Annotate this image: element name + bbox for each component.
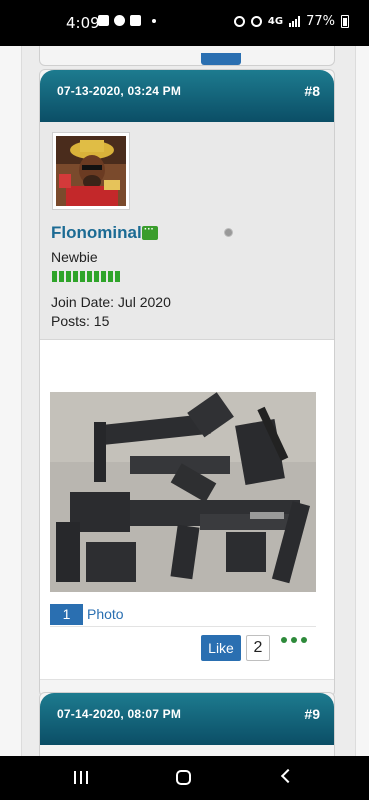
network-type: 4G (267, 16, 284, 27)
post-content: 1 Photo Like 2 (40, 340, 334, 680)
navigation-bar (0, 756, 369, 800)
previous-like-button[interactable] (201, 53, 241, 65)
page-margin-right (355, 46, 369, 756)
avatar[interactable] (52, 132, 130, 210)
app-icon (130, 15, 141, 26)
username-link[interactable]: Flonominal (51, 223, 142, 243)
post-header: 07-14-2020, 08:07 PM #9 (40, 693, 334, 745)
post: 07-14-2020, 08:07 PM #9 (39, 692, 335, 756)
mute-icon (250, 16, 262, 27)
post-number-link[interactable]: #8 (304, 83, 320, 99)
signal-icon (289, 16, 301, 27)
status-bar: 4:09 4G 77% (0, 0, 369, 46)
notification-icons (98, 15, 156, 26)
recent-apps-icon[interactable] (74, 771, 88, 784)
thread-page[interactable]: 07-13-2020, 03:24 PM #8 Flonominal ··· N… (0, 46, 369, 756)
like-count[interactable]: 2 (246, 635, 270, 661)
battery-percent: 77% (306, 14, 335, 29)
status-time: 4:09 (66, 14, 100, 32)
more-options-icon[interactable] (281, 637, 307, 643)
home-icon[interactable] (176, 770, 191, 785)
user-info: Flonominal Newbie Join Date: Jul 2020 Po… (40, 122, 334, 340)
attachment-count[interactable]: 1 (50, 604, 83, 625)
previous-post (39, 46, 335, 66)
system-icons: 4G 77% (233, 14, 349, 29)
post: 07-13-2020, 03:24 PM #8 Flonominal ··· N… (39, 69, 335, 697)
divider (50, 626, 316, 627)
gallery-icon (98, 15, 109, 26)
attached-photo[interactable] (50, 392, 316, 592)
join-date: Join Date: Jul 2020 (51, 294, 171, 310)
attachment-label-link[interactable]: Photo (87, 606, 124, 622)
page-margin-left (0, 46, 22, 756)
reputation-bar (52, 271, 120, 282)
post-date: 07-13-2020, 03:24 PM (57, 84, 182, 98)
play-icon (114, 15, 125, 26)
alarm-icon (233, 16, 245, 27)
post-number-link[interactable]: #9 (304, 706, 320, 722)
online-status-icon (224, 228, 233, 237)
battery-icon (341, 15, 349, 28)
user-title: Newbie (51, 249, 98, 265)
like-button[interactable]: Like (201, 635, 241, 661)
post-header: 07-13-2020, 03:24 PM #8 (40, 70, 334, 122)
back-icon[interactable] (280, 768, 296, 784)
message-icon[interactable] (142, 224, 158, 240)
post-date: 07-14-2020, 08:07 PM (57, 707, 182, 721)
post-count: Posts: 15 (51, 313, 110, 329)
more-notifications-icon (152, 18, 156, 23)
